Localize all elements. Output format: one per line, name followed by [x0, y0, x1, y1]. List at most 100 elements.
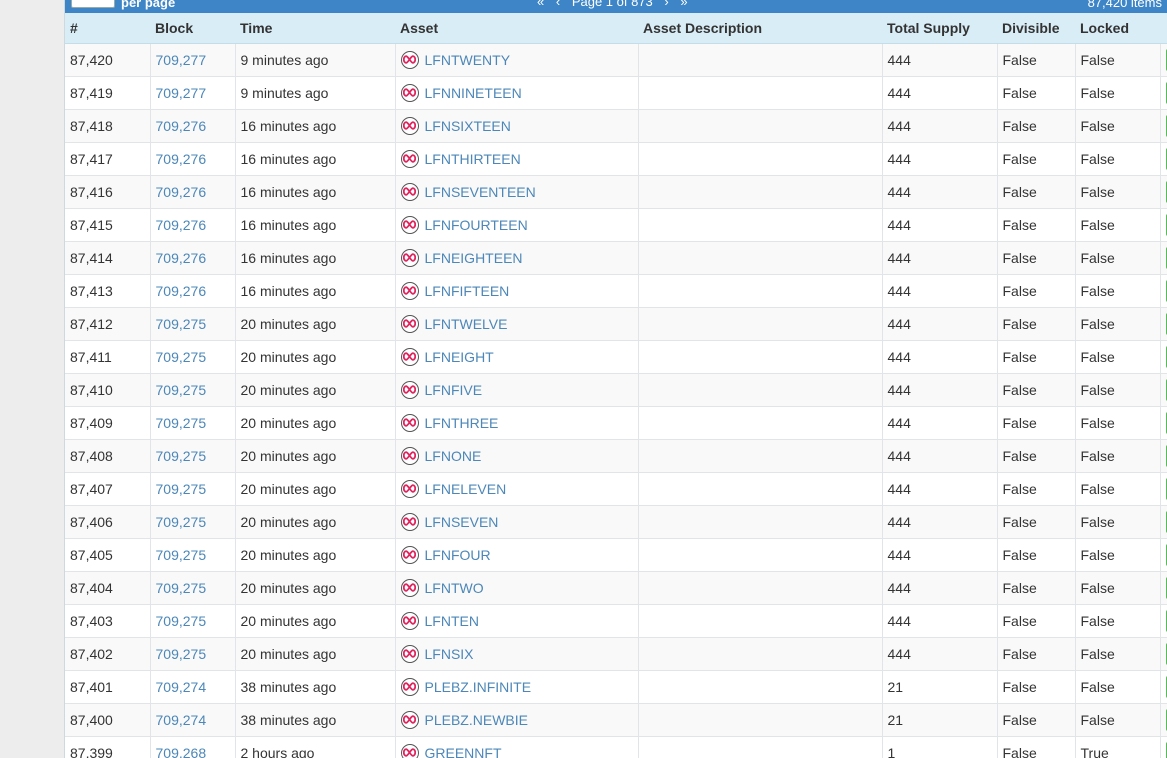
table-row: 87,416 709,276 16 minutes ago LFNSEVENTEEN 4…: [65, 175, 1167, 209]
asset-description: [638, 175, 883, 209]
divisible: False: [997, 175, 1076, 209]
column-header[interactable]: Asset Description: [638, 13, 882, 44]
block-link[interactable]: 709,274: [156, 679, 207, 695]
total-supply: 444: [882, 439, 998, 473]
asset-link[interactable]: LFNFOURTEEN: [425, 217, 528, 233]
block-link[interactable]: 709,275: [156, 415, 207, 431]
divisible: False: [997, 307, 1076, 341]
block-link[interactable]: 709,275: [156, 349, 207, 365]
total-supply: 444: [882, 604, 998, 638]
asset-cell: LFNFIVE: [395, 373, 639, 407]
block-link[interactable]: 709,277: [156, 85, 207, 101]
block-link[interactable]: 709,276: [156, 184, 207, 200]
block-link[interactable]: 709,275: [156, 481, 207, 497]
divisible: False: [997, 241, 1076, 275]
asset-link[interactable]: PLEBZ.NEWBIE: [425, 712, 528, 728]
column-header[interactable]: Time: [235, 13, 395, 44]
asset-icon: [400, 612, 419, 630]
asset-link[interactable]: LFNFIVE: [425, 382, 483, 398]
asset-link[interactable]: GREENNFT: [425, 745, 502, 758]
table-row: 87,418 709,276 16 minutes ago LFNSIXTEEN 444…: [65, 109, 1167, 143]
next-page-icon[interactable]: ›: [664, 0, 668, 9]
total-supply: 444: [882, 406, 998, 440]
asset-link[interactable]: LFNONE: [425, 448, 482, 464]
block-link[interactable]: 709,275: [156, 316, 207, 332]
asset-cell: LFNNINETEEN: [395, 76, 639, 110]
divisible: False: [997, 274, 1076, 308]
block-link[interactable]: 709,276: [156, 250, 207, 266]
asset-icon: [400, 513, 419, 531]
asset-icon: [400, 414, 419, 432]
asset-icon: [400, 579, 419, 597]
first-page-icon[interactable]: «: [537, 0, 544, 9]
asset-link[interactable]: LFNELEVEN: [425, 481, 507, 497]
table-row: 87,408 709,275 20 minutes ago LFNONE 444 Fals…: [65, 439, 1167, 473]
asset-cell: LFNSEVEN: [395, 505, 639, 539]
asset-cell: LFNEIGHTEEN: [395, 241, 639, 275]
locked: False: [1075, 76, 1161, 110]
divisible: False: [997, 439, 1076, 473]
block-link[interactable]: 709,275: [156, 514, 207, 530]
locked: False: [1075, 571, 1161, 605]
time-cell: 38 minutes ago: [235, 670, 396, 704]
asset-link[interactable]: LFNEIGHTEEN: [425, 250, 523, 266]
column-header[interactable]: Asset: [395, 13, 638, 44]
asset-description: [638, 703, 883, 737]
column-header[interactable]: Block: [150, 13, 235, 44]
asset-icon: [400, 216, 419, 234]
block-link[interactable]: 709,275: [156, 448, 207, 464]
asset-icon: [400, 84, 419, 102]
block-link[interactable]: 709,277: [156, 52, 207, 68]
asset-link[interactable]: LFNSEVENTEEN: [425, 184, 536, 200]
asset-cell: LFNFOURTEEN: [395, 208, 639, 242]
status-cell: [1160, 505, 1167, 539]
row-number: 87,415: [65, 208, 151, 242]
asset-link[interactable]: LFNTWELVE: [425, 316, 508, 332]
asset-link[interactable]: LFNTEN: [425, 613, 479, 629]
block-link[interactable]: 709,276: [156, 151, 207, 167]
block-link[interactable]: 709,275: [156, 547, 207, 563]
row-number: 87,407: [65, 472, 151, 506]
block-cell: 709,276: [150, 175, 236, 209]
block-link[interactable]: 709,276: [156, 217, 207, 233]
block-link[interactable]: 709,276: [156, 283, 207, 299]
status-cell: [1160, 703, 1167, 737]
asset-link[interactable]: LFNTWENTY: [425, 52, 511, 68]
divisible: False: [997, 736, 1076, 758]
block-link[interactable]: 709,268: [156, 745, 207, 758]
asset-icon: [400, 315, 419, 333]
asset-link[interactable]: PLEBZ.INFINITE: [425, 679, 532, 695]
block-link[interactable]: 709,275: [156, 580, 207, 596]
column-header[interactable]: Locked: [1075, 13, 1160, 44]
last-page-icon[interactable]: »: [680, 0, 687, 9]
asset-link[interactable]: LFNTHREE: [425, 415, 499, 431]
asset-link[interactable]: LFNNINETEEN: [425, 85, 522, 101]
asset-link[interactable]: LFNFIFTEEN: [425, 283, 510, 299]
per-page-select[interactable]: [71, 0, 115, 8]
column-header[interactable]: Total Supply: [882, 13, 997, 44]
locked: False: [1075, 538, 1161, 572]
asset-link[interactable]: LFNSIXTEEN: [425, 118, 511, 134]
block-link[interactable]: 709,275: [156, 613, 207, 629]
block-cell: 709,268: [150, 736, 236, 758]
locked: False: [1075, 505, 1161, 539]
locked: False: [1075, 703, 1161, 737]
column-header[interactable]: Divisible: [997, 13, 1075, 44]
block-link[interactable]: 709,275: [156, 382, 207, 398]
column-header[interactable]: #: [65, 13, 150, 44]
asset-link[interactable]: LFNTHIRTEEN: [425, 151, 521, 167]
prev-page-icon[interactable]: ‹: [556, 0, 560, 9]
block-link[interactable]: 709,274: [156, 712, 207, 728]
time-cell: 16 minutes ago: [235, 142, 396, 176]
asset-link[interactable]: LFNSIX: [425, 646, 474, 662]
total-supply: 444: [882, 142, 998, 176]
asset-link[interactable]: LFNEIGHT: [425, 349, 494, 365]
asset-link[interactable]: LFNSEVEN: [425, 514, 499, 530]
asset-link[interactable]: LFNTWO: [425, 580, 484, 596]
total-supply: 444: [882, 538, 998, 572]
block-link[interactable]: 709,276: [156, 118, 207, 134]
asset-link[interactable]: LFNFOUR: [425, 547, 491, 563]
assets-table: # Block Time Asset Asset Description Total Su…: [65, 13, 1167, 758]
block-link[interactable]: 709,275: [156, 646, 207, 662]
status-cell: [1160, 274, 1167, 308]
